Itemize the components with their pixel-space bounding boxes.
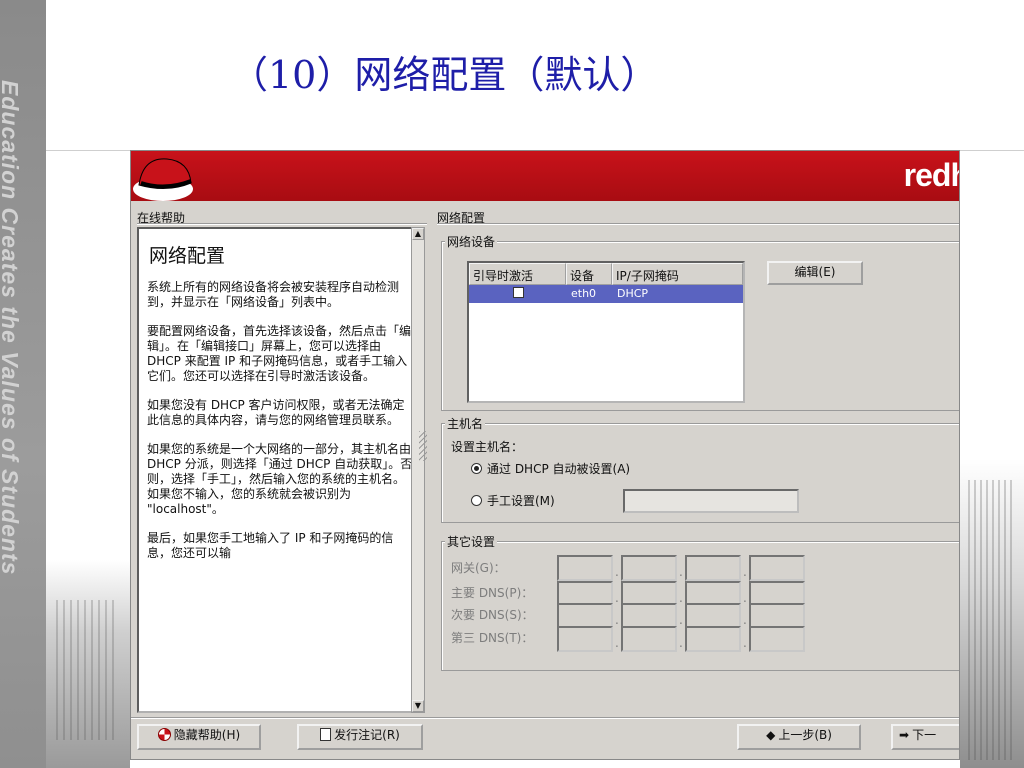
slide-title: （10）网络配置（默认） [230,53,659,97]
help-paragraph: 要配置网络设备，首先选择该设备，然后点击「编辑」。在「编辑接口」屏幕上，您可以选… [147,324,412,383]
ip-octet-separator: . [743,591,747,605]
help-paragraph: 最后，如果您手工地输入了 IP 和子网掩码的信息，您还可以输 [147,531,394,560]
help-text-area[interactable]: 网络配置 系统上所有的网络设备将会被安装程序自动检测到，并显示在「网络设备」列表… [137,227,419,713]
next-button[interactable]: ➡ 下一 [891,724,959,750]
ip-cell: DHCP [617,287,649,300]
column-header-ip-netmask[interactable]: IP/子网掩码 [612,263,743,285]
lifebuoy-icon [157,728,171,741]
edit-button[interactable]: 编辑(E) [767,261,863,285]
back-label: 上一步(B) [778,728,832,742]
campus-photo-left [46,560,130,768]
arrow-left-icon: ◆ [766,728,776,742]
dns3-octet-field[interactable] [621,626,677,652]
ip-octet-separator: . [615,591,619,605]
next-label: 下一 [912,728,937,742]
installer-window: redh 在线帮助 网络配置 系统上所有的网络设备将会被安装程序自动检测到，并显… [130,150,960,760]
ip-octet-separator: . [743,613,747,627]
help-paragraph: 系统上所有的网络设备将会被安装程序自动检测到，并显示在「网络设备」列表中。 [147,280,400,309]
network-separator [437,223,959,225]
document-icon [320,728,332,741]
network-devices-title: 网络设备 [445,233,498,250]
button-bar-separator [131,717,959,719]
device-cell: eth0 [571,287,597,300]
slide-side-band: Education Creates the Values of Students [0,0,46,768]
dns3-label: 第三 DNS(T)： [451,631,534,645]
campus-photo-right [960,150,1024,768]
help-separator [137,223,427,225]
table-row[interactable]: ✓ eth0 DHCP [469,285,743,303]
dhcp-hostname-label[interactable]: 通过 DHCP 自动被设置(A) [487,460,630,477]
help-paragraph: 如果您的系统是一个大网络的一部分，其主机名由 DHCP 分派，则选择「通过 DH… [147,442,413,516]
gateway-octet-field[interactable] [557,555,613,581]
column-header-device[interactable]: 设备 [566,263,612,285]
table-header: 引导时激活 设备 IP/子网掩码 [469,263,743,285]
release-notes-button[interactable]: 发行注记(R) [297,724,423,750]
manual-hostname-label[interactable]: 手工设置(M) [487,492,555,509]
installer-banner: redh [131,151,959,201]
arrow-right-icon: ➡ [899,728,910,742]
release-notes-label: 发行注记(R) [334,728,400,742]
dns3-octet-field[interactable] [557,626,613,652]
gateway-octet-field[interactable] [749,555,805,581]
hostname-set-label: 设置主机名： [451,440,524,454]
redhat-logo-icon [133,158,193,201]
dhcp-hostname-radio[interactable] [471,463,482,474]
help-paragraph: 如果您没有 DHCP 客户访问权限，或者无法确定此信息的具体内容，请与您的网络管… [147,398,405,427]
dns1-label: 主要 DNS(P)： [451,586,534,600]
dns2-label: 次要 DNS(S)： [451,608,534,622]
ip-octet-separator: . [615,636,619,650]
dns3-octet-field[interactable] [749,626,805,652]
ip-octet-separator: . [743,636,747,650]
gateway-octet-field[interactable] [621,555,677,581]
ip-octet-separator: . [743,565,747,579]
ip-octet-separator: . [615,613,619,627]
scroll-down-arrow-icon[interactable]: ▼ [412,700,424,712]
hostname-title: 主机名 [445,415,486,432]
column-header-boot-active[interactable]: 引导时激活 [469,263,566,285]
hide-help-button[interactable]: 隐藏帮助(H) [137,724,261,750]
hide-help-label: 隐藏帮助(H) [173,728,241,742]
ip-octet-separator: . [615,565,619,579]
hostname-input[interactable] [623,489,799,513]
other-settings-title: 其它设置 [445,533,498,550]
gateway-octet-field[interactable] [685,555,741,581]
back-button[interactable]: ◆ 上一步(B) [737,724,861,750]
pane-resize-grip[interactable] [419,431,427,461]
help-scrollbar[interactable]: ▲ ▼ [411,227,425,713]
ip-octet-separator: . [679,613,683,627]
scroll-up-arrow-icon[interactable]: ▲ [412,228,424,240]
brand-wordmark: redh [903,157,959,193]
dns3-octet-field[interactable] [685,626,741,652]
ip-octet-separator: . [679,636,683,650]
manual-hostname-radio[interactable] [471,495,482,506]
side-slogan: Education Creates the Values of Students [0,80,23,576]
help-heading: 网络配置 [149,245,226,267]
ip-octet-separator: . [679,565,683,579]
network-devices-table: 引导时激活 设备 IP/子网掩码 ✓ eth0 DHCP [467,261,745,403]
gateway-label: 网关(G)： [451,561,506,575]
ip-octet-separator: . [679,591,683,605]
boot-active-checkbox[interactable]: ✓ [513,287,524,298]
